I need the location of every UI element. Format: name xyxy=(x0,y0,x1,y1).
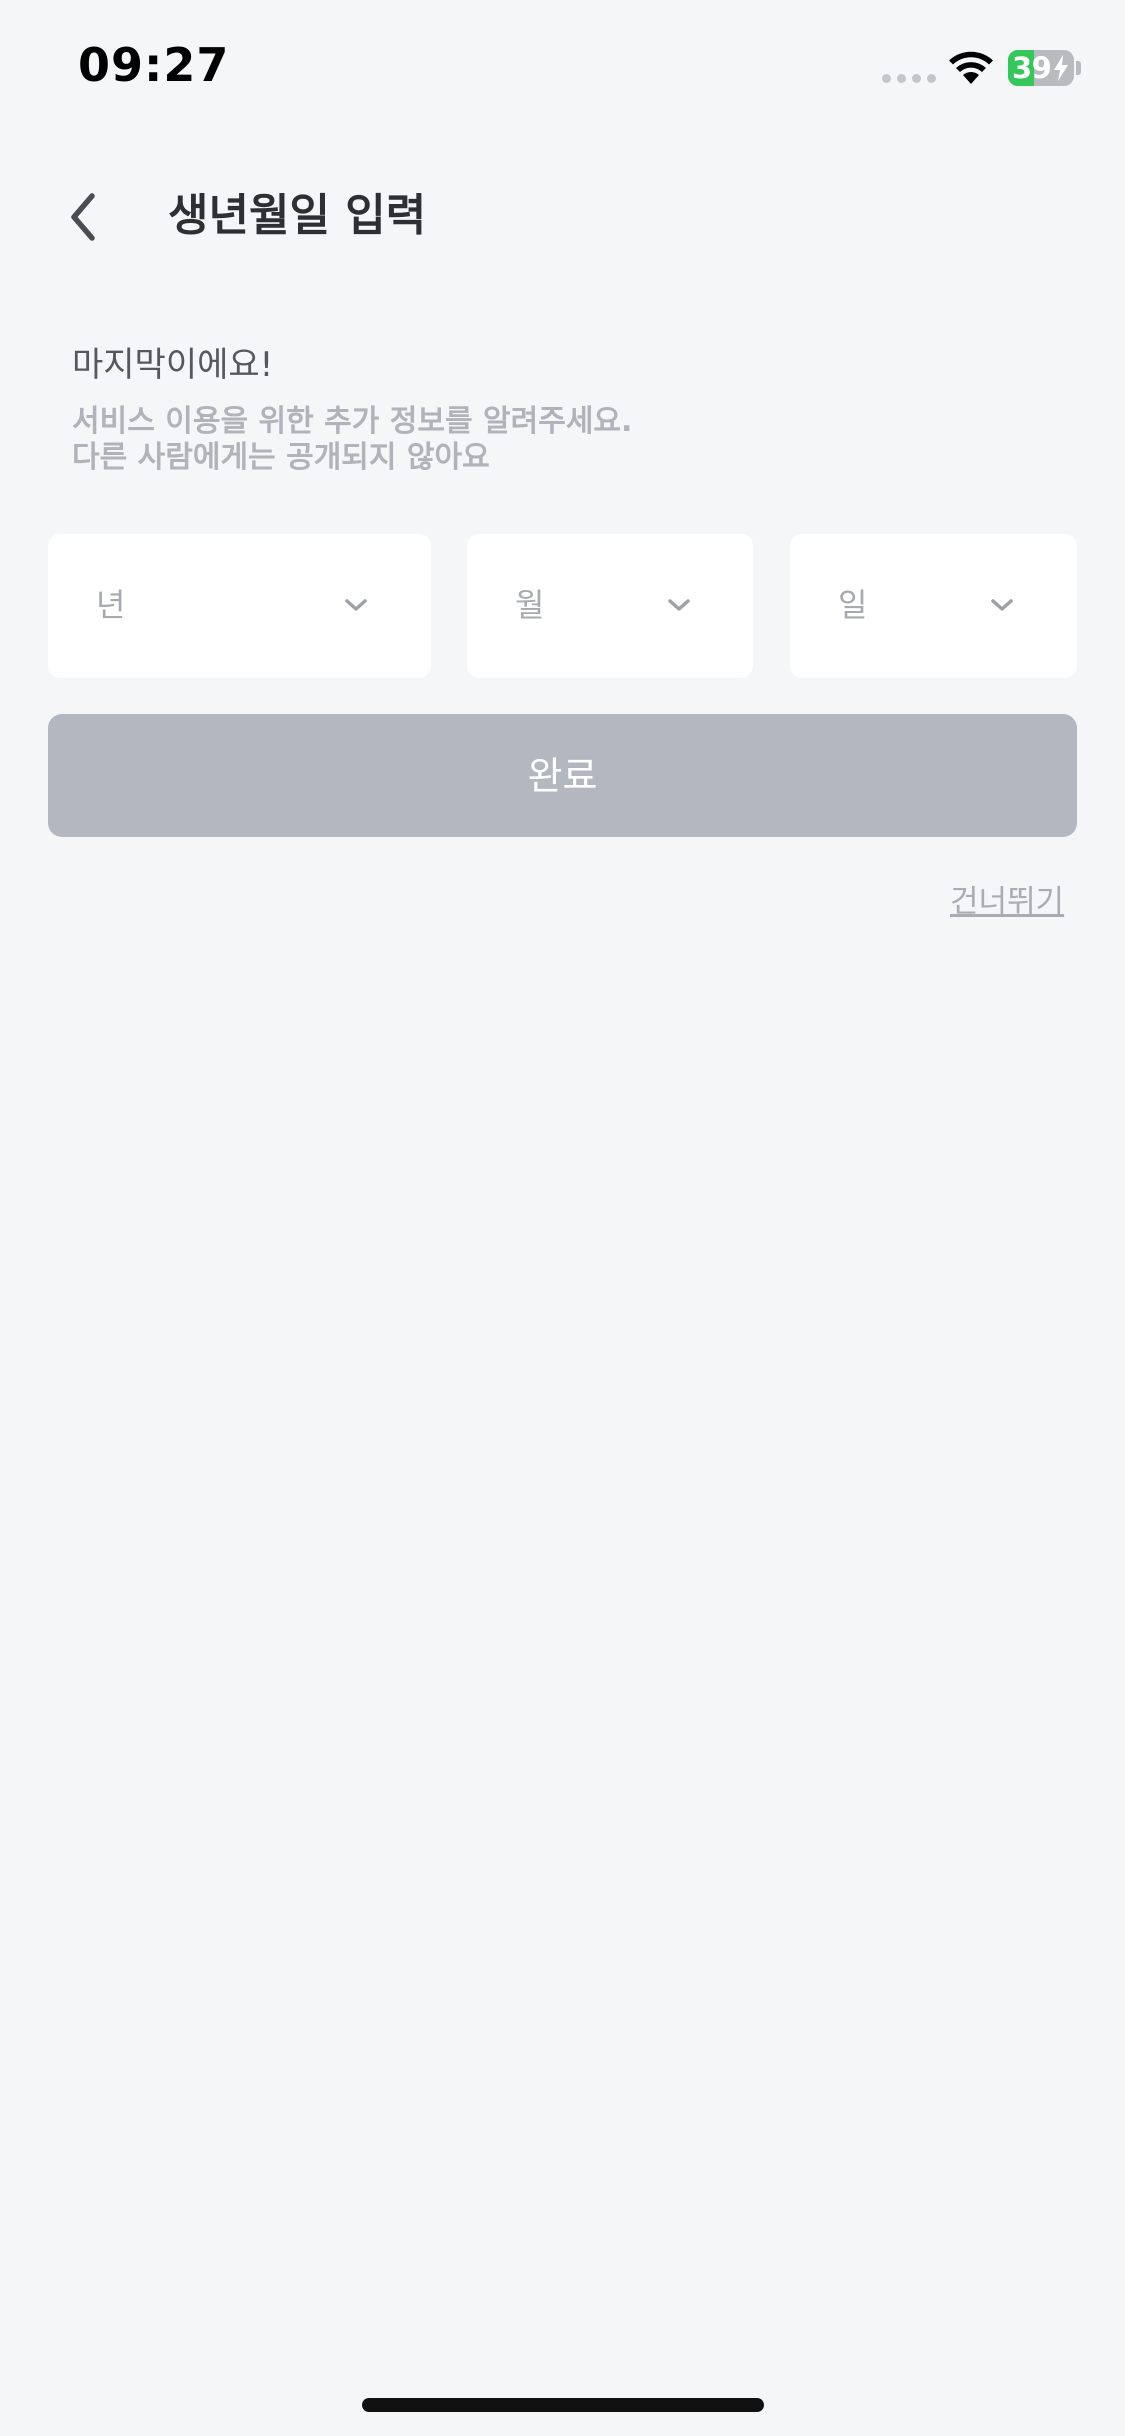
month-select-value: 월 xyxy=(515,586,545,624)
status-time: 09:27 xyxy=(78,38,230,92)
chevron-down-icon xyxy=(345,599,367,611)
intro-description: 서비스 이용을 위한 추가 정보를 알려주세요. 다른 사람에게는 공개되지 않… xyxy=(72,404,632,476)
status-bar: 09:27 39 xyxy=(0,0,1125,132)
wifi-icon xyxy=(949,51,993,84)
header: 생년월일 입력 xyxy=(0,172,1125,262)
day-select-value: 일 xyxy=(838,586,868,624)
chevron-down-icon xyxy=(668,599,690,611)
month-select[interactable]: 월 xyxy=(467,534,753,678)
year-select-value: 년 xyxy=(96,586,126,624)
intro-heading: 마지막이에요! xyxy=(72,345,274,385)
back-button[interactable] xyxy=(56,182,116,252)
page-title: 생년월일 입력 xyxy=(168,190,427,241)
intro-description-line-1: 서비스 이용을 위한 추가 정보를 알려주세요. xyxy=(72,404,633,439)
chevron-left-icon xyxy=(71,193,95,241)
battery-cap xyxy=(1076,61,1081,75)
charging-bolt-icon xyxy=(1054,55,1068,81)
signal-dots-icon xyxy=(882,74,936,83)
done-button[interactable]: 완료 xyxy=(48,714,1077,837)
battery-icon: 39 xyxy=(1008,50,1074,86)
intro-description-line-2: 다른 사람에게는 공개되지 않아요 xyxy=(72,440,490,475)
chevron-down-icon xyxy=(991,599,1013,611)
home-indicator xyxy=(362,2398,764,2412)
battery-level: 39 xyxy=(1012,51,1052,85)
skip-link[interactable]: 건너뛰기 xyxy=(950,880,1064,924)
year-select[interactable]: 년 xyxy=(48,534,431,678)
day-select[interactable]: 일 xyxy=(790,534,1077,678)
